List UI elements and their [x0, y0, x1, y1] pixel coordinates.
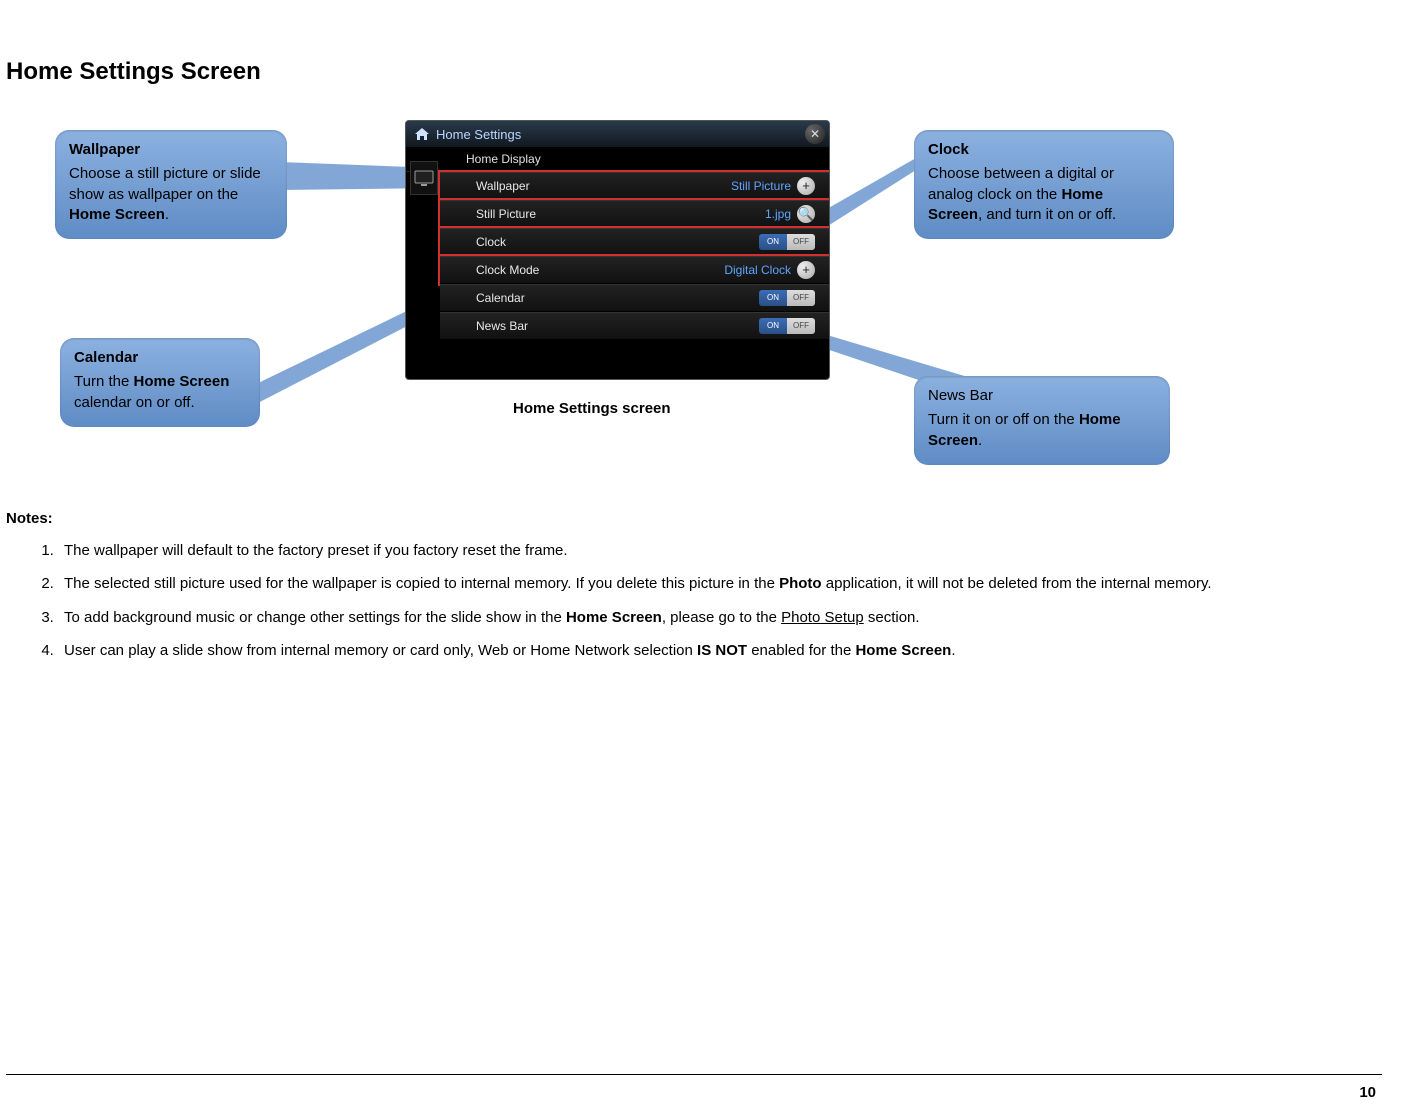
toggle-on: ON [759, 290, 787, 306]
text: Turn the [74, 373, 133, 390]
callout-newsbar: News Bar Turn it on or off on the Home S… [914, 376, 1170, 465]
text: The selected still picture used for the … [64, 575, 779, 592]
text-bold: IS NOT [697, 642, 747, 659]
figure-area: Wallpaper Choose a still picture or slid… [0, 110, 1406, 490]
row-news-bar-label: News Bar [476, 319, 528, 333]
callout-wallpaper: Wallpaper Choose a still picture or slid… [55, 130, 287, 239]
link-photo-setup[interactable]: Photo Setup [781, 609, 864, 626]
row-clock-mode-label: Clock Mode [476, 263, 539, 277]
toggle-off: OFF [787, 290, 815, 306]
text-bold: Home Screen [69, 206, 165, 223]
callout-clock-title: Clock [928, 140, 1160, 160]
note-4: User can play a slide show from internal… [58, 636, 1372, 665]
plus-icon[interactable]: + [797, 177, 815, 195]
text: section. [864, 609, 920, 626]
text: calendar on or off. [74, 394, 195, 411]
toggle-off: OFF [787, 318, 815, 334]
window-title: Home Settings [436, 127, 521, 142]
callout-clock-body: Choose between a digital or analog clock… [928, 165, 1116, 223]
toggle-off: OFF [787, 234, 815, 250]
figure-caption: Home Settings screen [513, 400, 671, 417]
search-icon[interactable]: 🔍 [797, 205, 815, 223]
row-clock-label: Clock [476, 235, 506, 249]
home-settings-screenshot: Home Settings ✕ Home Display Wallpaper S… [405, 120, 830, 380]
callout-newsbar-title: News Bar [928, 386, 1156, 406]
note-2: The selected still picture used for the … [58, 569, 1372, 598]
row-clock[interactable]: Clock ON OFF [440, 228, 829, 256]
row-wallpaper-label: Wallpaper [476, 179, 530, 193]
text: . [978, 432, 982, 449]
note-1: The wallpaper will default to the factor… [58, 536, 1372, 565]
toggle-calendar[interactable]: ON OFF [759, 290, 815, 306]
toggle-clock[interactable]: ON OFF [759, 234, 815, 250]
row-still-picture-label: Still Picture [476, 207, 536, 221]
toggle-on: ON [759, 318, 787, 334]
plus-icon[interactable]: + [797, 261, 815, 279]
text-bold: Home Screen [133, 373, 229, 390]
notes-list: The wallpaper will default to the factor… [32, 536, 1372, 669]
toggle-news-bar[interactable]: ON OFF [759, 318, 815, 334]
home-icon [414, 127, 430, 141]
display-icon [410, 161, 438, 195]
text: application, it will not be deleted from… [822, 575, 1212, 592]
callout-wallpaper-title: Wallpaper [69, 140, 273, 160]
row-news-bar[interactable]: News Bar ON OFF [440, 312, 829, 340]
callout-clock: Clock Choose between a digital or analog… [914, 130, 1174, 239]
text: Turn it on or off on the [928, 411, 1079, 428]
row-still-picture[interactable]: Still Picture 1.jpg 🔍 [440, 200, 829, 228]
callout-calendar-body: Turn the Home Screen calendar on or off. [74, 373, 229, 410]
text: , and turn it on or off. [978, 206, 1116, 223]
text-bold: Home Screen [855, 642, 951, 659]
callout-newsbar-body: Turn it on or off on the Home Screen. [928, 411, 1121, 448]
note-3: To add background music or change other … [58, 603, 1372, 632]
text: Choose a still picture or slide show as … [69, 165, 261, 202]
toggle-on: ON [759, 234, 787, 250]
text: , please go to the [662, 609, 781, 626]
text-bold: Home Screen [566, 609, 662, 626]
callout-wallpaper-body: Choose a still picture or slide show as … [69, 165, 261, 223]
text: User can play a slide show from internal… [64, 642, 697, 659]
callout-calendar-title: Calendar [74, 348, 246, 368]
text: enabled for the [747, 642, 855, 659]
row-clock-mode-value: Digital Clock [724, 263, 791, 277]
close-icon[interactable]: ✕ [805, 124, 825, 144]
page-title: Home Settings Screen [6, 58, 261, 86]
section-home-display: Home Display [406, 147, 829, 172]
row-clock-mode[interactable]: Clock Mode Digital Clock + [440, 256, 829, 284]
text: . [951, 642, 955, 659]
row-still-picture-value: 1.jpg [765, 207, 791, 221]
row-calendar-label: Calendar [476, 291, 525, 305]
row-calendar[interactable]: Calendar ON OFF [440, 284, 829, 312]
callout-calendar: Calendar Turn the Home Screen calendar o… [60, 338, 260, 427]
row-wallpaper-value: Still Picture [731, 179, 791, 193]
text: . [165, 206, 169, 223]
notes-heading: Notes: [6, 510, 53, 527]
text-bold: Photo [779, 575, 822, 592]
row-wallpaper[interactable]: Wallpaper Still Picture + [440, 172, 829, 200]
window-title-bar: Home Settings ✕ [406, 121, 829, 147]
text: To add background music or change other … [64, 609, 566, 626]
page-number: 10 [1359, 1084, 1376, 1101]
footer-rule [6, 1074, 1382, 1075]
